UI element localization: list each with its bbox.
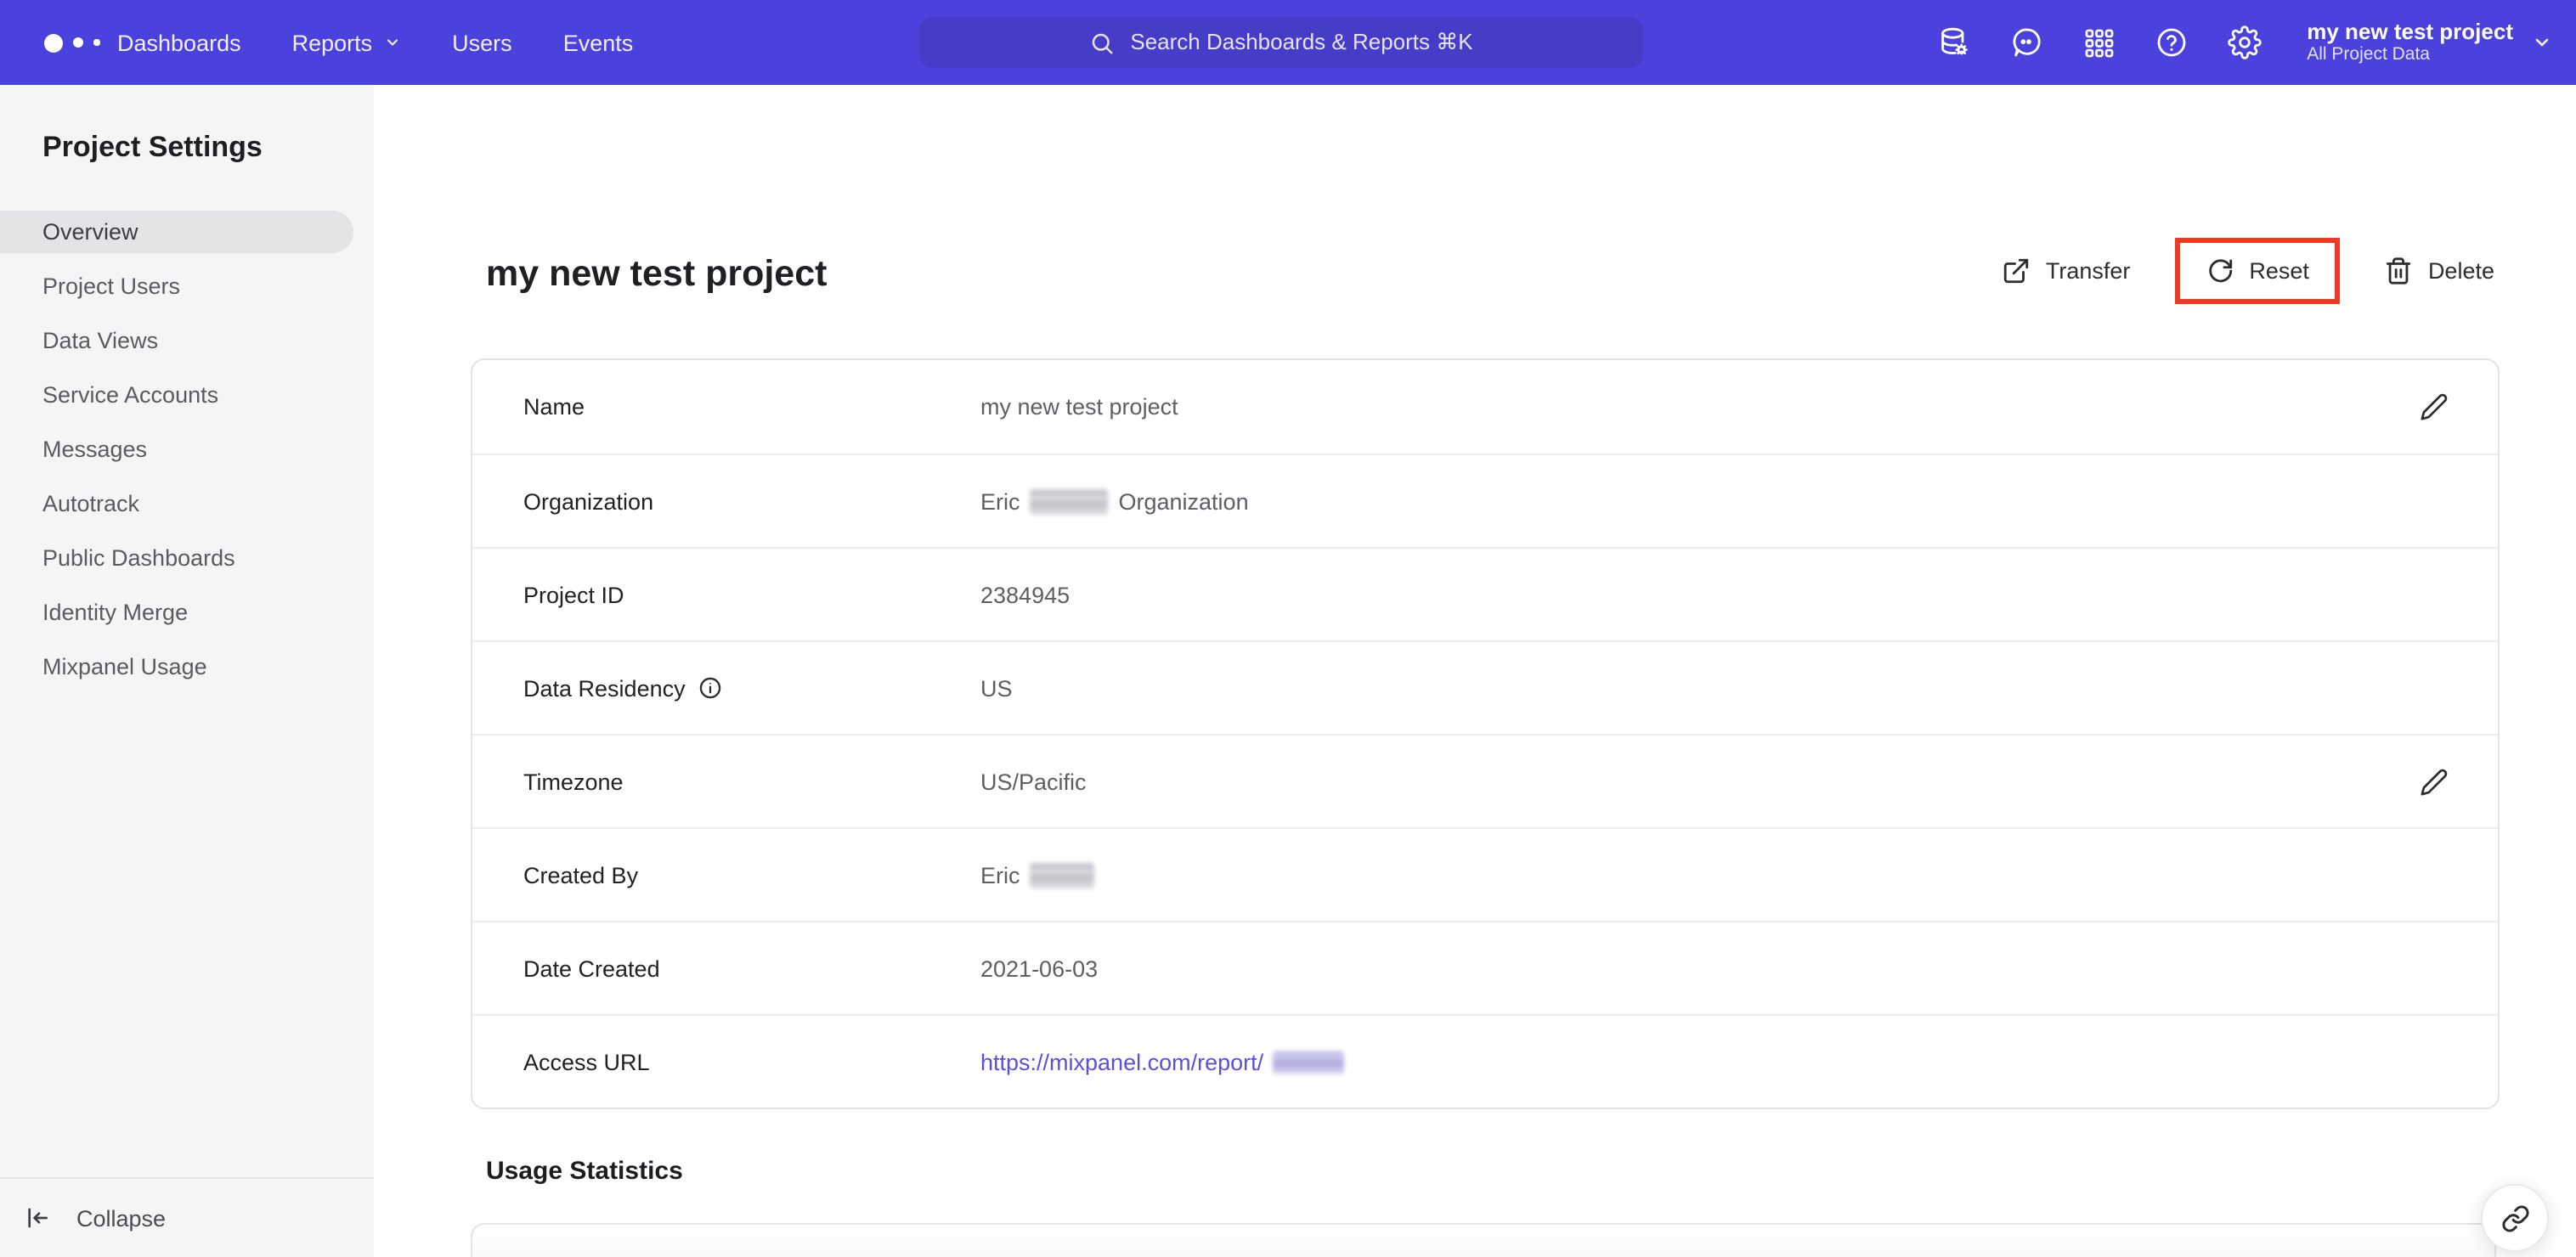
detail-value: Eric	[980, 862, 1095, 888]
nav-events[interactable]: Events	[563, 30, 634, 55]
sidebar-item-overview[interactable]: Overview	[0, 211, 353, 253]
main-content: my new test project Transfer Reset Delet…	[374, 85, 2576, 1257]
chevron-down-icon	[2532, 32, 2552, 53]
sidebar-item-autotrack[interactable]: Autotrack	[0, 482, 353, 525]
nav-users[interactable]: Users	[452, 30, 512, 55]
search-placeholder: Search Dashboards & Reports ⌘K	[1130, 29, 1473, 54]
detail-value: US/Pacific	[980, 769, 1087, 794]
detail-row-created-by: Created By Eric	[472, 827, 2498, 921]
detail-value: my new test project	[980, 394, 1178, 420]
detail-row-project-id: Project ID 2384945	[472, 547, 2498, 640]
delete-button[interactable]: Delete	[2384, 256, 2494, 285]
detail-label: Timezone	[523, 769, 624, 794]
detail-label: Date Created	[523, 955, 660, 981]
detail-label: Created By	[523, 862, 639, 888]
nav-reports[interactable]: Reports	[292, 30, 402, 55]
sidebar-title: Project Settings	[42, 131, 263, 163]
sidebar-item-project-users[interactable]: Project Users	[0, 265, 353, 307]
sidebar-item-service-accounts[interactable]: Service Accounts	[0, 374, 353, 416]
current-project-name: my new test project	[2307, 19, 2513, 44]
project-actions: Transfer Reset Delete	[2002, 231, 2494, 309]
detail-row-name: Name my new test project	[472, 360, 2498, 454]
page-title: my new test project	[486, 253, 828, 294]
primary-nav: Dashboards Reports Users Events	[117, 0, 633, 85]
project-details-card: Name my new test project Organization Er…	[471, 358, 2500, 1109]
settings-sidebar: Project Settings Overview Project Users …	[0, 85, 374, 1257]
transfer-button[interactable]: Transfer	[2002, 256, 2130, 285]
refresh-icon	[2205, 256, 2234, 285]
nav-dashboards[interactable]: Dashboards	[117, 30, 241, 55]
collapse-icon	[24, 1204, 51, 1232]
detail-label: Data Residency	[523, 675, 686, 701]
info-icon[interactable]	[699, 676, 723, 700]
mixpanel-logo-icon[interactable]	[44, 0, 99, 85]
section-heading-usage-statistics: Usage Statistics	[486, 1157, 683, 1186]
sidebar-collapse-button[interactable]: Collapse	[0, 1177, 374, 1257]
sidebar-item-data-views[interactable]: Data Views	[0, 319, 353, 362]
settings-gear-icon[interactable]	[2227, 25, 2261, 59]
search-input[interactable]: Search Dashboards & Reports ⌘K	[919, 17, 1643, 68]
redacted-text	[1030, 862, 1095, 888]
top-right-controls: my new test project All Project Data	[1936, 0, 2552, 85]
usage-statistics-card	[471, 1223, 2496, 1257]
detail-label: Access URL	[523, 1049, 650, 1074]
sidebar-item-messages[interactable]: Messages	[0, 428, 353, 471]
redacted-text	[1030, 488, 1109, 514]
reset-button[interactable]: Reset	[2205, 256, 2309, 285]
copy-link-button[interactable]	[2481, 1184, 2549, 1252]
detail-label: Project ID	[523, 582, 624, 607]
project-switcher[interactable]: my new test project All Project Data	[2307, 19, 2552, 66]
help-icon[interactable]	[2154, 25, 2188, 59]
sidebar-item-identity-merge[interactable]: Identity Merge	[0, 591, 353, 634]
collapse-label: Collapse	[76, 1205, 167, 1231]
trash-icon	[2384, 256, 2413, 285]
sidebar-item-public-dashboards[interactable]: Public Dashboards	[0, 537, 353, 579]
annotation-highlight-box: Reset	[2174, 237, 2340, 303]
mixpanel-project-settings-page: Dashboards Reports Users Events Search D…	[0, 0, 2576, 1257]
current-project-scope: All Project Data	[2307, 44, 2430, 65]
detail-row-timezone: Timezone US/Pacific	[472, 734, 2498, 827]
link-icon	[2500, 1203, 2529, 1232]
redacted-text	[1272, 1051, 1344, 1073]
apps-grid-icon[interactable]	[2082, 26, 2115, 59]
detail-row-access-url: Access URL https://mixpanel.com/report/	[472, 1014, 2498, 1108]
top-nav-bar: Dashboards Reports Users Events Search D…	[0, 0, 2576, 85]
detail-row-date-created: Date Created 2021-06-03	[472, 921, 2498, 1014]
detail-value: US	[980, 675, 1013, 701]
detail-value: 2384945	[980, 582, 1071, 607]
detail-value: 2021-06-03	[980, 955, 1099, 981]
feedback-messages-icon[interactable]	[2009, 25, 2043, 59]
detail-label: Name	[523, 394, 585, 420]
sidebar-nav-list: Overview Project Users Data Views Servic…	[0, 211, 353, 700]
detail-row-organization: Organization Eric Organization	[472, 454, 2498, 547]
search-icon	[1089, 30, 1115, 55]
sidebar-item-mixpanel-usage[interactable]: Mixpanel Usage	[0, 645, 353, 688]
edit-name-icon[interactable]	[2420, 392, 2449, 421]
detail-row-data-residency: Data Residency US	[472, 640, 2498, 734]
data-management-icon[interactable]	[1936, 25, 1970, 59]
detail-label: Organization	[523, 488, 654, 514]
edit-timezone-icon[interactable]	[2420, 768, 2449, 797]
chevron-down-icon	[384, 34, 401, 51]
external-link-icon	[2002, 256, 2031, 285]
access-url-link[interactable]: https://mixpanel.com/report/	[980, 1049, 1344, 1074]
detail-value: Eric Organization	[980, 488, 1249, 514]
